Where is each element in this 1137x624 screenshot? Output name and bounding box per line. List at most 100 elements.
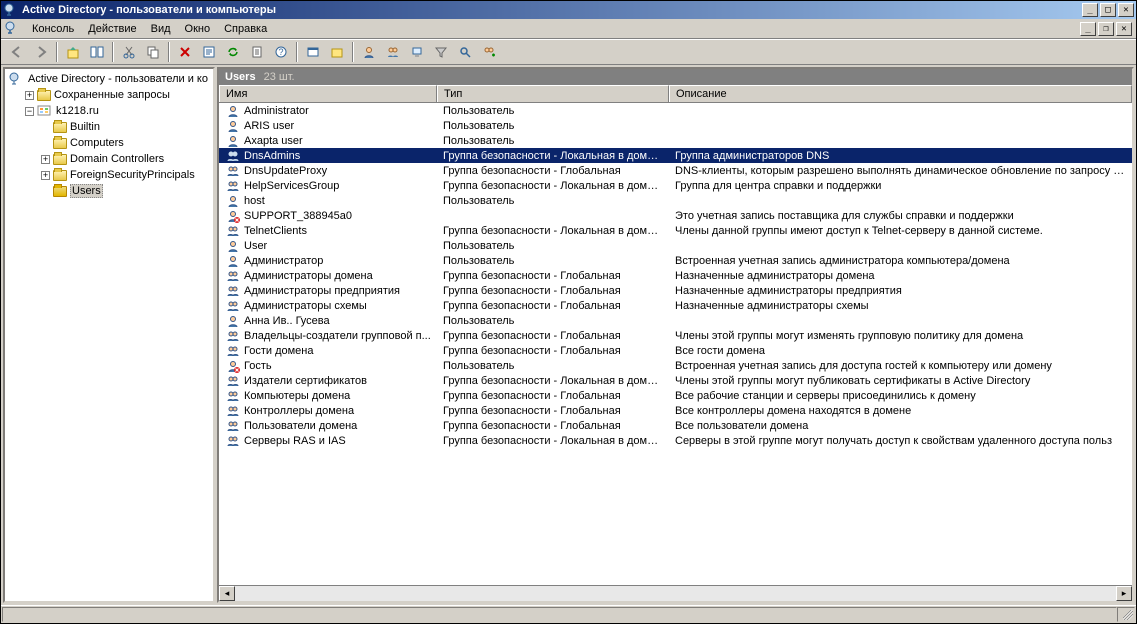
- group-icon: [225, 329, 241, 343]
- tree-node-computers[interactable]: Computers: [7, 135, 211, 151]
- user-icon: [225, 314, 241, 328]
- tree-domain[interactable]: − k1218.ru: [7, 103, 211, 119]
- expand-icon[interactable]: +: [41, 155, 50, 164]
- scroll-left-button[interactable]: ◂: [219, 586, 235, 601]
- tree-root[interactable]: Active Directory - пользователи и ко: [7, 71, 211, 87]
- show-hide-button[interactable]: [86, 41, 108, 63]
- refresh-button[interactable]: [222, 41, 244, 63]
- new-computer-button[interactable]: [406, 41, 428, 63]
- listview-body[interactable]: AdministratorПользовательARIS userПользо…: [219, 103, 1132, 585]
- column-name[interactable]: Имя: [219, 85, 437, 102]
- help-button[interactable]: ?: [270, 41, 292, 63]
- folder-icon: [53, 122, 67, 133]
- svg-text:?: ?: [278, 47, 283, 57]
- menu-view[interactable]: Вид: [144, 21, 178, 37]
- minimize-button[interactable]: _: [1082, 3, 1098, 17]
- list-item[interactable]: DnsAdminsГруппа безопасности - Локальная…: [219, 148, 1132, 163]
- list-item[interactable]: DnsUpdateProxyГруппа безопасности - Глоб…: [219, 163, 1132, 178]
- copy-button[interactable]: [142, 41, 164, 63]
- column-type[interactable]: Тип: [437, 85, 669, 102]
- list-item[interactable]: UserПользователь: [219, 238, 1132, 253]
- item-type: Группа безопасности - Глобальная: [437, 330, 669, 342]
- tree-node-builtin[interactable]: Builtin: [7, 119, 211, 135]
- list-item[interactable]: TelnetClientsГруппа безопасности - Локал…: [219, 223, 1132, 238]
- item-type: Пользователь: [437, 240, 669, 252]
- tree-node-label: ForeignSecurityPrincipals: [70, 169, 195, 181]
- resize-grip[interactable]: [1117, 607, 1135, 622]
- list-item[interactable]: Администраторы схемыГруппа безопасности …: [219, 298, 1132, 313]
- list-item[interactable]: Контроллеры доменаГруппа безопасности - …: [219, 403, 1132, 418]
- item-name: Axapta user: [244, 135, 303, 147]
- list-item[interactable]: Издатели сертификатовГруппа безопасности…: [219, 373, 1132, 388]
- mdi-minimize-button[interactable]: _: [1080, 22, 1096, 36]
- panel-count: 23 шт.: [264, 71, 295, 83]
- expand-icon[interactable]: +: [41, 171, 50, 180]
- new-ou-button[interactable]: [326, 41, 348, 63]
- cut-button[interactable]: [118, 41, 140, 63]
- item-type: Группа безопасности - Глобальная: [437, 345, 669, 357]
- find-button[interactable]: [454, 41, 476, 63]
- item-type: Группа безопасности - Глобальная: [437, 405, 669, 417]
- list-item[interactable]: SUPPORT_388945a0Это учетная запись поста…: [219, 208, 1132, 223]
- group-icon: [225, 149, 241, 163]
- filter-button[interactable]: [430, 41, 452, 63]
- new-user-button[interactable]: [358, 41, 380, 63]
- item-name: Издатели сертификатов: [244, 375, 367, 387]
- list-item[interactable]: АдминистраторПользовательВстроенная учет…: [219, 253, 1132, 268]
- list-item[interactable]: Владельцы-создатели групповой п...Группа…: [219, 328, 1132, 343]
- mdi-restore-button[interactable]: ❐: [1098, 22, 1114, 36]
- ad-icon: [9, 72, 25, 86]
- add-to-group-button[interactable]: [478, 41, 500, 63]
- horizontal-scrollbar[interactable]: ◂ ▸: [219, 585, 1132, 601]
- tree-saved-queries[interactable]: + Сохраненные запросы: [7, 87, 211, 103]
- back-button[interactable]: [6, 41, 28, 63]
- up-button[interactable]: [62, 41, 84, 63]
- group-icon: [225, 389, 241, 403]
- list-item[interactable]: Axapta userПользователь: [219, 133, 1132, 148]
- tree-node-users[interactable]: Users: [7, 183, 211, 199]
- menu-window[interactable]: Окно: [178, 21, 218, 37]
- item-name: Компьютеры домена: [244, 390, 350, 402]
- menu-help[interactable]: Справка: [217, 21, 274, 37]
- delete-button[interactable]: [174, 41, 196, 63]
- close-button[interactable]: ✕: [1118, 3, 1134, 17]
- list-item[interactable]: Гости доменаГруппа безопасности - Глобал…: [219, 343, 1132, 358]
- list-item[interactable]: Анна Ив.. ГусеваПользователь: [219, 313, 1132, 328]
- list-item[interactable]: Администраторы предприятияГруппа безопас…: [219, 283, 1132, 298]
- tree-node-foreignsecurityprincipals[interactable]: + ForeignSecurityPrincipals: [7, 167, 211, 183]
- userx-icon: [225, 359, 241, 373]
- column-description[interactable]: Описание: [669, 85, 1132, 102]
- list-item[interactable]: HelpServicesGroupГруппа безопасности - Л…: [219, 178, 1132, 193]
- expand-icon[interactable]: +: [25, 91, 34, 100]
- new-group-button[interactable]: [382, 41, 404, 63]
- folder-icon: [53, 138, 67, 149]
- list-item[interactable]: Пользователи доменаГруппа безопасности -…: [219, 418, 1132, 433]
- list-item[interactable]: Компьютеры доменаГруппа безопасности - Г…: [219, 388, 1132, 403]
- list-item[interactable]: hostПользователь: [219, 193, 1132, 208]
- menu-action[interactable]: Действие: [81, 21, 143, 37]
- tree-panel[interactable]: Active Directory - пользователи и ко + С…: [3, 67, 215, 603]
- item-description: Серверы в этой группе могут получать дос…: [669, 435, 1132, 447]
- list-item[interactable]: Администраторы доменаГруппа безопасности…: [219, 268, 1132, 283]
- item-name: SUPPORT_388945a0: [244, 210, 352, 222]
- item-name: Администраторы схемы: [244, 300, 367, 312]
- collapse-icon[interactable]: −: [25, 107, 34, 116]
- list-item[interactable]: ГостьПользовательВстроенная учетная запи…: [219, 358, 1132, 373]
- listview-header: Имя Тип Описание: [219, 85, 1132, 103]
- tree-root-label: Active Directory - пользователи и ко: [28, 73, 208, 85]
- item-name: Гость: [244, 360, 272, 372]
- new-window-button[interactable]: [302, 41, 324, 63]
- tree-node-domain-controllers[interactable]: +Domain Controllers: [7, 151, 211, 167]
- menu-console[interactable]: Консоль: [25, 21, 81, 37]
- item-description: Группа администраторов DNS: [669, 150, 1132, 162]
- export-button[interactable]: [246, 41, 268, 63]
- mdi-close-button[interactable]: ✕: [1116, 22, 1132, 36]
- list-item[interactable]: AdministratorПользователь: [219, 103, 1132, 118]
- scroll-right-button[interactable]: ▸: [1116, 586, 1132, 601]
- properties-button[interactable]: [198, 41, 220, 63]
- forward-button[interactable]: [30, 41, 52, 63]
- list-item[interactable]: ARIS userПользователь: [219, 118, 1132, 133]
- maximize-button[interactable]: □: [1100, 3, 1116, 17]
- scroll-track[interactable]: [235, 586, 1116, 601]
- list-item[interactable]: Серверы RAS и IASГруппа безопасности - Л…: [219, 433, 1132, 448]
